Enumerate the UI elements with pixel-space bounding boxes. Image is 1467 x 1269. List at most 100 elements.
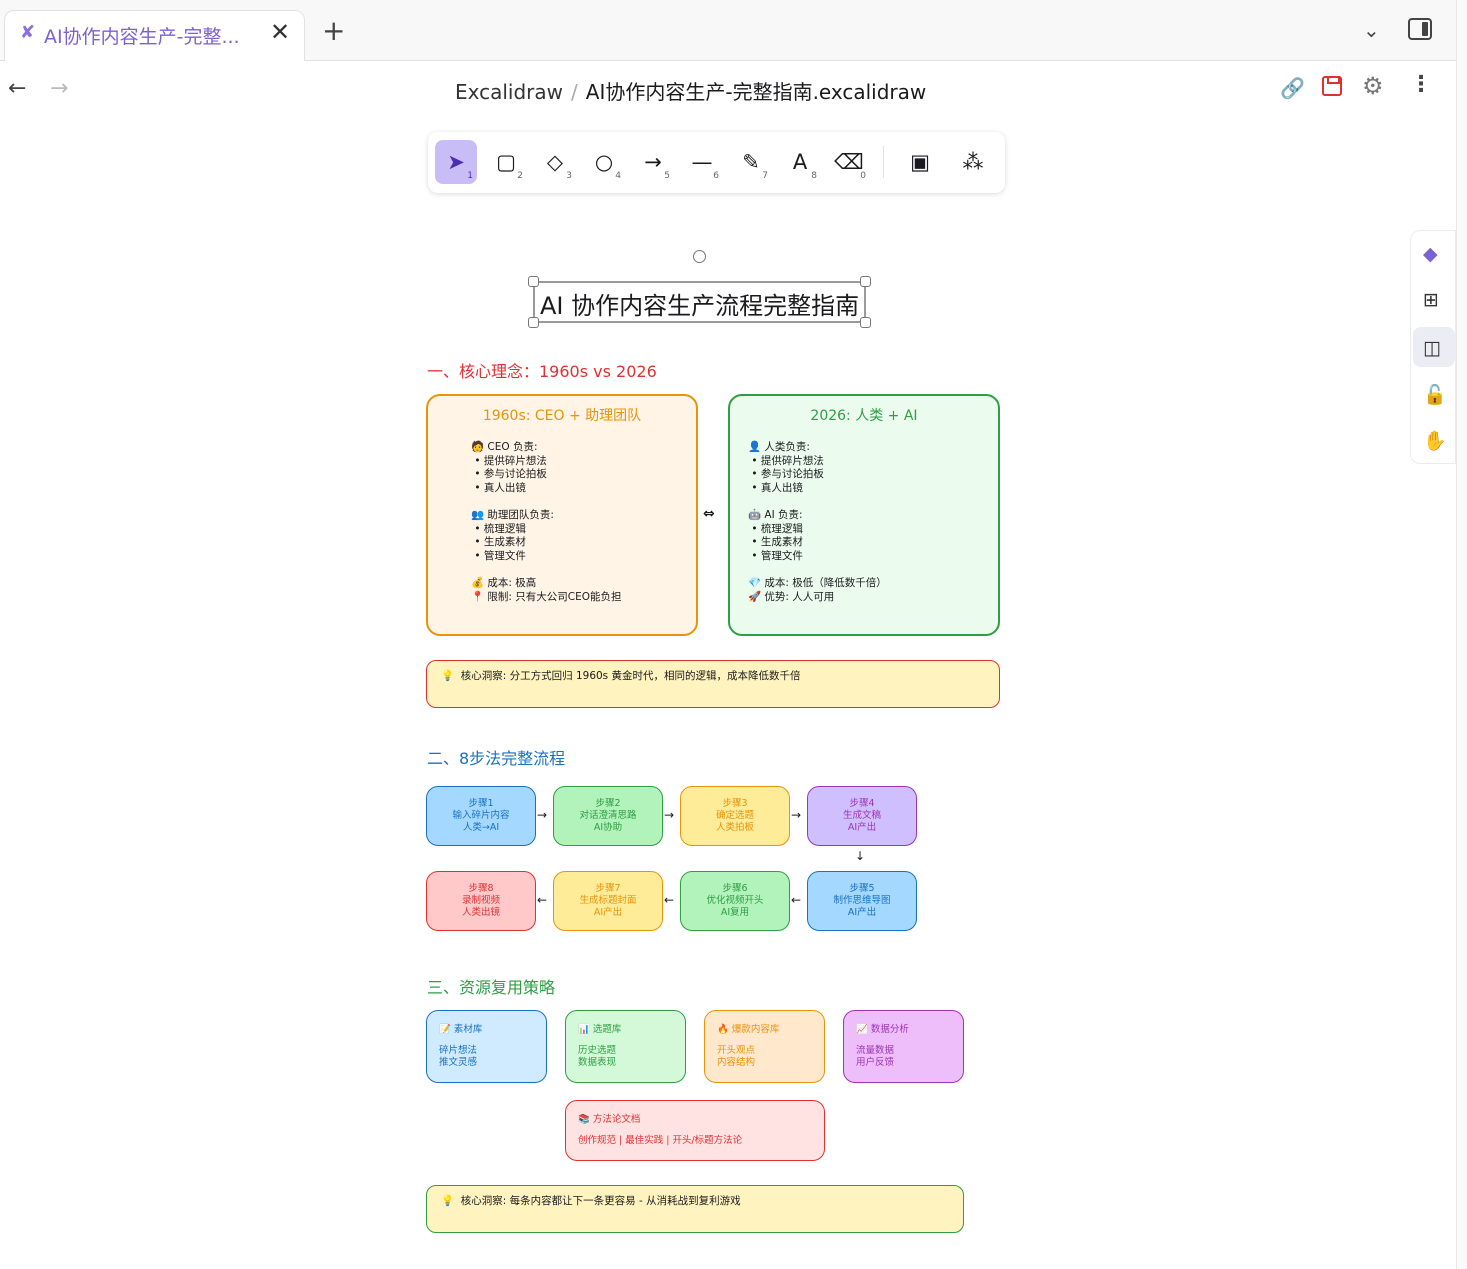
selection-tool-icon[interactable]: ➤ 1 (435, 140, 477, 184)
new-tab-icon[interactable]: + (322, 14, 345, 47)
arrow-left-icon[interactable]: ← (537, 893, 547, 907)
close-icon[interactable]: ✕ (270, 18, 290, 46)
section-heading-1[interactable]: 一、核心理念：1960s vs 2026 (427, 358, 657, 382)
tool-key: 4 (615, 171, 621, 181)
resource-title: 🔥 爆款内容库 (717, 1024, 780, 1035)
insight-box-2[interactable] (426, 1185, 964, 1233)
breadcrumb-file[interactable]: AI协作内容生产-完整指南.excalidraw (586, 80, 927, 104)
resize-handle[interactable] (528, 317, 539, 328)
tool-glyph: ✎ (742, 150, 760, 174)
resource-card-3[interactable]: 🔥 爆款内容库 开头观点 内容结构 (704, 1010, 825, 1083)
draw-tool-icon[interactable]: ✎ 7 (730, 140, 772, 184)
card-2026-body: 👤 人类负责: • 提供碎片想法 • 参与讨论拍板 • 真人出镜 🤖 AI 负责… (748, 441, 887, 603)
image-tool-icon[interactable]: ▣ (899, 140, 941, 184)
resource-card-4[interactable]: 📈 数据分析 流量数据 用户反馈 (843, 1010, 964, 1083)
tool-glyph: — (691, 150, 713, 174)
resize-handle[interactable] (860, 276, 871, 287)
scrollbar[interactable] (1456, 0, 1467, 1269)
save-icon[interactable] (1322, 76, 1342, 96)
excalidraw-icon: ✘ (20, 22, 36, 43)
ellipse-tool-icon[interactable]: ○ 4 (583, 140, 625, 184)
step-box-2[interactable]: 步骤2 对话澄清思路 AI协助 (553, 786, 663, 846)
card-1960s-title: 1960s: CEO + 助理团队 (482, 408, 642, 424)
arrow-right-icon[interactable]: → (664, 808, 674, 822)
tool-key: 1 (467, 171, 473, 181)
double-arrow-icon[interactable]: ⇔ (703, 506, 715, 522)
text-tool-icon[interactable]: A8 (779, 140, 821, 184)
tool-glyph: ▣ (910, 150, 930, 174)
tool-key: 8 (811, 171, 817, 181)
tool-glyph: ➤ (447, 150, 465, 174)
tool-glyph: ⁂ (962, 150, 984, 174)
eraser-tool-icon[interactable]: ⌫ 0 (828, 140, 870, 184)
gear-icon[interactable]: ⚙ (1362, 72, 1384, 100)
step-box-7[interactable]: 步骤7 生成标题封面 AI产出 (553, 871, 663, 931)
resize-handle[interactable] (860, 317, 871, 328)
sidebar-toggle-icon[interactable] (1408, 18, 1432, 40)
tool-glyph: ◇ (546, 150, 564, 174)
unlock-icon[interactable]: 🔓 (1423, 383, 1447, 406)
card-2026-title: 2026: 人类 + AI (810, 408, 918, 424)
arrow-tool-icon[interactable]: → 5 (632, 140, 674, 184)
tool-key: 5 (664, 171, 670, 181)
resource-title: 📈 数据分析 (856, 1024, 909, 1035)
arrow-right-icon[interactable]: → (791, 808, 801, 822)
line-tool-icon[interactable]: —6 (681, 140, 723, 184)
rectangle-tool-icon[interactable]: ▢ 2 (485, 140, 527, 184)
breadcrumb: Excalidraw / AI协作内容生产-完整指南.excalidraw (455, 76, 926, 105)
section-heading-2[interactable]: 二、8步法完整流程 (427, 745, 565, 769)
resource-card-2[interactable]: 📊 选题库 历史选题 数据表现 (565, 1010, 686, 1083)
tool-key: 2 (517, 171, 523, 181)
tool-glyph: ○ (594, 150, 614, 174)
new-file-icon[interactable]: ⊞ (1423, 289, 1439, 311)
resource-body: 碎片想法 推文灵感 (439, 1045, 478, 1068)
insight-box-1[interactable] (426, 660, 1000, 708)
arrow-left-icon[interactable]: ← (791, 893, 801, 907)
toolbar-divider (883, 146, 884, 178)
resize-handle[interactable] (528, 276, 539, 287)
side-panel: ◆ ⊞ ◫ 🔓 ✋ (1410, 230, 1456, 464)
resource-title: 📊 选题库 (578, 1024, 622, 1035)
link-icon[interactable]: 🔗 (1280, 76, 1305, 100)
resource-body: 开头观点 内容结构 (717, 1045, 756, 1068)
page-title[interactable]: AI 协作内容生产流程完整指南 (540, 286, 859, 321)
arrow-right-icon[interactable]: → (537, 808, 547, 822)
method-title: 📚 方法论文档 (578, 1114, 641, 1125)
step-box-4[interactable]: 步骤4 生成文稿 AI产出 (807, 786, 917, 846)
step-box-6[interactable]: 步骤6 优化视频开头 AI复用 (680, 871, 790, 931)
step-box-1[interactable]: 步骤1 输入碎片内容 人类→AI (426, 786, 536, 846)
tool-key: 6 (713, 171, 719, 181)
resource-body: 流量数据 用户反馈 (856, 1045, 895, 1068)
excalidraw-toolbar: ➤ 1 ▢ 2 ◇ 3 ○ 4 → 5 —6 ✎ 7 A8 ⌫ 0 ▣ ⁂ (428, 132, 1005, 193)
tool-key: 7 (762, 171, 768, 181)
step-box-5[interactable]: 步骤5 制作思维导图 AI产出 (807, 871, 917, 931)
insight-text-1: 💡 核心洞察: 分工方式回归 1960s 黄金时代，相同的逻辑，成本降低数千倍 (441, 670, 801, 682)
section-heading-3[interactable]: 三、资源复用策略 (427, 974, 555, 998)
resource-card-1[interactable]: 📝 素材库 碎片想法 推文灵感 (426, 1010, 547, 1083)
arrow-down-icon[interactable]: ↓ (855, 849, 865, 863)
step-box-8[interactable]: 步骤8 录制视频 人类出镜 (426, 871, 536, 931)
panel-layout-icon[interactable]: ◫ (1423, 337, 1441, 359)
breadcrumb-separator: / (571, 80, 578, 104)
tab-title[interactable]: AI协作内容生产-完整... (44, 22, 254, 49)
obsidian-icon[interactable]: ◆ (1423, 243, 1438, 265)
shapes-library-icon[interactable]: ⁂ (952, 140, 994, 184)
hand-icon[interactable]: ✋ (1423, 429, 1447, 452)
method-body: 创作规范 | 最佳实践 | 开头/标题方法论 (578, 1135, 743, 1146)
resource-title: 📝 素材库 (439, 1024, 483, 1035)
tool-glyph: → (644, 150, 662, 174)
back-arrow-icon[interactable]: ← (8, 76, 26, 101)
forward-arrow-icon[interactable]: → (50, 76, 68, 101)
tool-key: 0 (860, 171, 866, 181)
breadcrumb-root[interactable]: Excalidraw (455, 80, 563, 104)
step-box-3[interactable]: 步骤3 确定选题 人类拍板 (680, 786, 790, 846)
tool-key: 3 (566, 171, 572, 181)
resource-body: 历史选题 数据表现 (578, 1045, 617, 1068)
card-1960s-body: 🧑 CEO 负责: • 提供碎片想法 • 参与讨论拍板 • 真人出镜 👥 助理团… (471, 441, 622, 603)
diamond-tool-icon[interactable]: ◇ 3 (534, 140, 576, 184)
arrow-left-icon[interactable]: ← (664, 893, 674, 907)
more-vertical-icon[interactable]: ⋮ (1410, 72, 1432, 97)
rotation-handle[interactable] (693, 250, 706, 263)
method-doc-card[interactable]: 📚 方法论文档 创作规范 | 最佳实践 | 开头/标题方法论 (565, 1100, 825, 1161)
chevron-down-icon[interactable]: ⌄ (1363, 18, 1380, 42)
